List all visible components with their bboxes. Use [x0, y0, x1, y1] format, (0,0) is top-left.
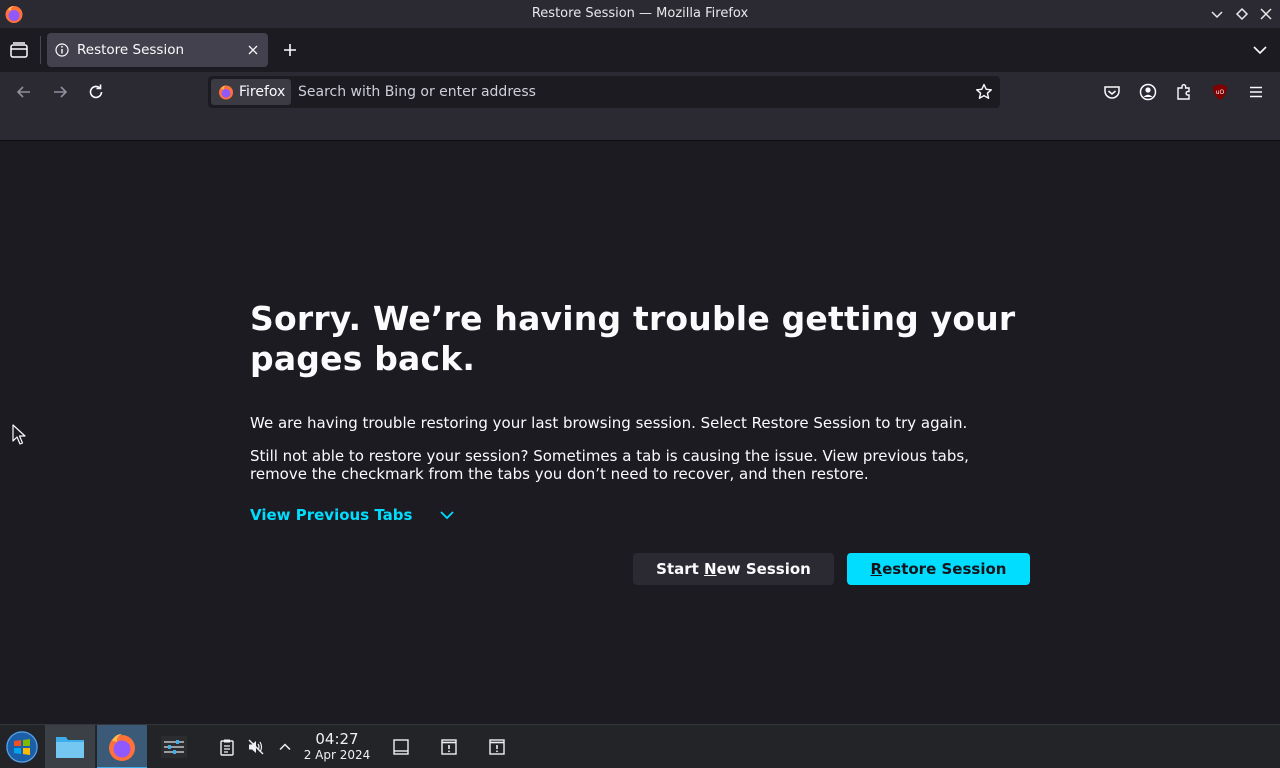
- chevron-down-icon: [1211, 11, 1223, 19]
- restore-diamond-icon: [1235, 7, 1249, 21]
- extensions-icon[interactable]: [1174, 82, 1194, 102]
- notification-icon[interactable]: [488, 738, 506, 756]
- tabs-overview-icon[interactable]: [8, 40, 30, 60]
- ublock-icon[interactable]: uO: [1210, 82, 1230, 102]
- view-previous-tabs-toggle[interactable]: View Previous Tabs: [250, 505, 456, 525]
- pocket-icon[interactable]: [1102, 82, 1122, 102]
- close-icon[interactable]: [246, 43, 260, 57]
- taskbar-firefox[interactable]: [97, 725, 147, 768]
- close-window-button[interactable]: [1257, 5, 1275, 23]
- firefox-icon: [219, 85, 233, 100]
- taskbar-mixer[interactable]: [149, 725, 199, 768]
- firefox-icon: [109, 734, 135, 761]
- chevron-down-icon[interactable]: [1250, 40, 1270, 60]
- reload-icon[interactable]: [86, 82, 106, 102]
- description-text: We are having trouble restoring your las…: [250, 414, 968, 432]
- identity-label: Firefox: [239, 84, 286, 100]
- clipboard-icon[interactable]: [218, 738, 236, 756]
- tab-strip: Restore Session: [0, 28, 1280, 72]
- account-icon[interactable]: [1138, 82, 1158, 102]
- forward-icon[interactable]: [50, 82, 70, 102]
- file-manager-icon: [56, 737, 84, 758]
- view-previous-tabs-label: View Previous Tabs: [250, 506, 413, 524]
- restore-session-text: estore Session: [882, 560, 1007, 578]
- search-input[interactable]: [298, 76, 958, 108]
- start-new-session-button[interactable]: Start New Session: [633, 553, 834, 585]
- maximize-button[interactable]: [1233, 5, 1251, 23]
- close-icon: [1260, 8, 1272, 20]
- star-icon[interactable]: [974, 82, 994, 102]
- page-title: Sorry. We’re having trouble getting your…: [250, 299, 1016, 378]
- minimize-button[interactable]: [1208, 5, 1226, 23]
- page-content: Sorry. We’re having trouble getting your…: [0, 141, 1280, 724]
- window-title: Restore Session — Mozilla Firefox: [531, 6, 749, 21]
- start-icon[interactable]: [4, 729, 40, 765]
- chevron-down-icon: [440, 511, 455, 520]
- taskbar-file-manager[interactable]: [45, 725, 95, 768]
- identity-box[interactable]: Firefox: [211, 79, 291, 105]
- volume-muted-icon[interactable]: [247, 738, 265, 756]
- url-bar[interactable]: Firefox: [208, 76, 1000, 108]
- restore-session-button[interactable]: Restore Session: [847, 553, 1030, 585]
- chevron-up-icon[interactable]: [276, 738, 294, 756]
- mouse-cursor-icon: [12, 424, 26, 445]
- taskbar: 04:27 2 Apr 2024: [0, 724, 1280, 768]
- help-text: Still not able to restore your session? …: [250, 447, 969, 483]
- clock[interactable]: 04:27 2 Apr 2024: [300, 730, 374, 763]
- mixer-icon: [161, 736, 187, 758]
- bookmarks-toolbar: [0, 112, 1280, 141]
- tab-label: Restore Session: [77, 42, 185, 58]
- menu-icon[interactable]: [1246, 82, 1266, 102]
- tab-strip-separator: [40, 36, 41, 64]
- clock-time: 04:27: [315, 730, 359, 748]
- show-desktop-icon[interactable]: [392, 738, 410, 756]
- restore-session-accesskey: R: [870, 560, 883, 578]
- notification-icon[interactable]: [440, 738, 458, 756]
- start-new-session-text-1: Start: [656, 560, 705, 578]
- tab-restore-session[interactable]: Restore Session: [47, 33, 268, 67]
- navigation-toolbar: Firefox uO: [0, 72, 1280, 112]
- title-bar: Restore Session — Mozilla Firefox: [0, 0, 1280, 28]
- start-new-session-text-2: ew Session: [716, 560, 811, 578]
- back-icon[interactable]: [14, 82, 34, 102]
- svg-text:uO: uO: [1216, 89, 1225, 96]
- info-icon: [55, 43, 69, 57]
- clock-date: 2 Apr 2024: [303, 748, 371, 762]
- start-new-session-accesskey: N: [704, 560, 717, 578]
- plus-icon[interactable]: [280, 40, 300, 60]
